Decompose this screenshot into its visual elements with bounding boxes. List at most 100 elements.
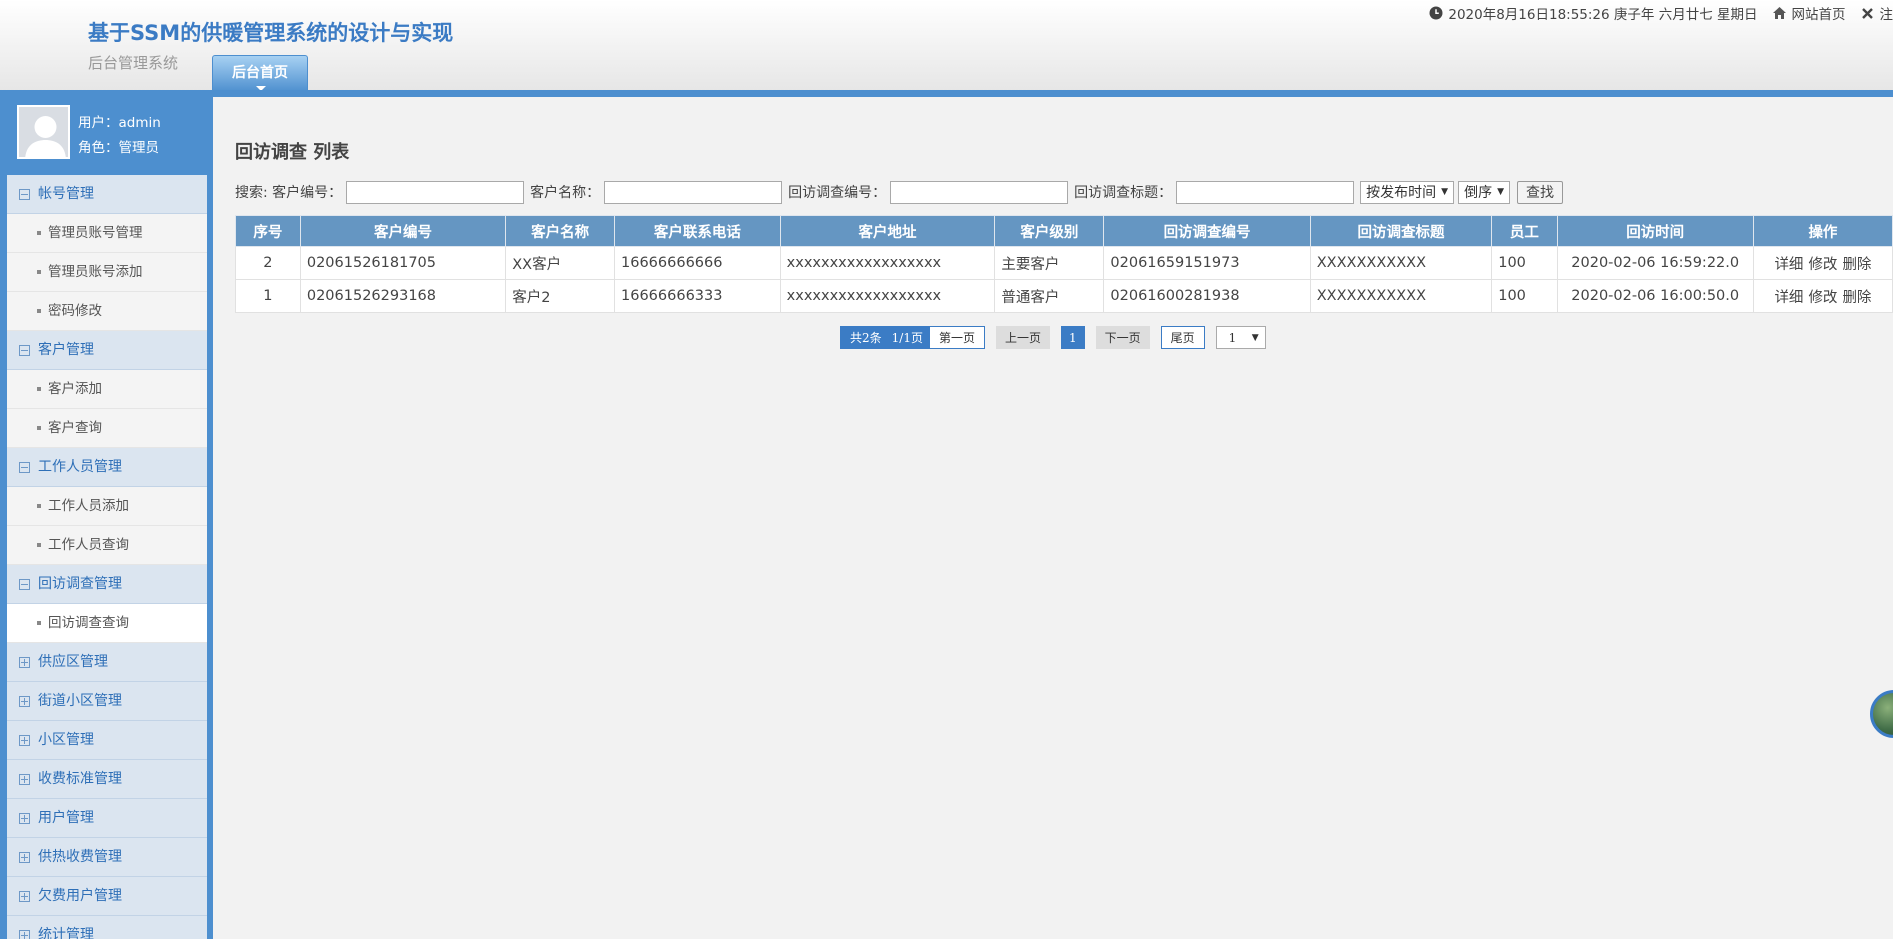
sidebar-group[interactable]: 用户管理 (7, 799, 207, 838)
column-header: 回访调查编号 (1103, 215, 1311, 247)
detail-link[interactable]: 详细 (1774, 257, 1803, 273)
sidebar-item-label: 客户添加 (48, 381, 102, 397)
sidebar-group[interactable]: 街道小区管理 (7, 682, 207, 721)
sidebar-item[interactable]: 工作人员查询 (7, 526, 207, 565)
edit-link[interactable]: 修改 (1808, 290, 1837, 306)
column-header: 客户联系电话 (614, 215, 781, 247)
survey-title-input[interactable] (1176, 180, 1355, 204)
sidebar-group[interactable]: 统计管理 (7, 916, 207, 939)
cell-idx: 2 (235, 246, 301, 280)
clock-icon (1428, 5, 1444, 21)
sidebar-group[interactable]: 收费标准管理 (7, 760, 207, 799)
sort-field-select[interactable]: 按发布时间 ▼ (1360, 180, 1455, 204)
cell-time: 2020-02-06 16:00:50.0 (1556, 279, 1754, 313)
column-header: 客户级别 (994, 215, 1105, 247)
expand-icon (19, 734, 30, 746)
cell-address: xxxxxxxxxxxxxxxxxx (779, 246, 996, 280)
table-body: 2 02061526181705 XX客户 16666666666 xxxxxxxxxx… (235, 246, 1893, 313)
sidebar: 用户：admin 角色：管理员 帐号管理 管理员账号管理 管理员账号添加 密码修改 客户… (0, 97, 213, 939)
datetime-text: 2020年8月16日18:55:26 庚子年 六月廿七 星期日 (1448, 7, 1758, 23)
cell-survey-no: 02061659151973 (1103, 246, 1311, 280)
bullet-icon (37, 231, 41, 235)
table-header-row: 序号 客户编号 客户名称 客户联系电话 客户地址 客户级别 回访调查编号 回访调查标题 员工 回访… (235, 215, 1893, 247)
sort-order-select[interactable]: 倒序 ▼ (1458, 180, 1511, 204)
sidebar-group[interactable]: 回访调查管理 (7, 565, 207, 604)
collapse-icon (19, 578, 30, 590)
survey-no-input[interactable] (890, 180, 1069, 204)
pager-pages: 1/1页 (891, 331, 923, 345)
delete-link[interactable]: 删除 (1842, 290, 1871, 306)
expand-icon (19, 656, 30, 668)
logout-label: 注 (1879, 7, 1893, 23)
page-jump-select[interactable]: 1 ▼ (1215, 326, 1266, 349)
bullet-icon (37, 543, 41, 547)
sidebar-group-label: 回访调查管理 (38, 575, 122, 592)
cell-idx: 1 (235, 279, 301, 313)
sidebar-item[interactable]: 管理员账号管理 (7, 214, 207, 253)
sidebar-item[interactable]: 管理员账号添加 (7, 253, 207, 292)
dropdown-arrow-icon: ▼ (1441, 187, 1449, 197)
table-row: 2 02061526181705 XX客户 16666666666 xxxxxxxxxx… (235, 246, 1893, 280)
cell-customer-no: 02061526181705 (299, 246, 507, 280)
sidebar-group[interactable]: 客户管理 (7, 331, 207, 370)
sidebar-group-label: 小区管理 (38, 731, 94, 748)
home-icon (1772, 5, 1788, 21)
sidebar-item[interactable]: 回访调查查询 (7, 604, 207, 643)
tab-home[interactable]: 后台首页 (212, 55, 308, 92)
cell-level: 主要客户 (994, 246, 1105, 280)
sort-field-value: 按发布时间 (1366, 185, 1437, 201)
first-page-button[interactable]: 第一页 (928, 326, 985, 349)
sidebar-item[interactable]: 工作人员添加 (7, 487, 207, 526)
pager-info: 共2条 1/1页 第一页 (840, 326, 985, 349)
customer-no-input[interactable] (346, 180, 525, 204)
sidebar-group[interactable]: 工作人员管理 (7, 448, 207, 487)
search-customer-no-label: 搜索: 客户编号： (235, 185, 343, 201)
last-page-button[interactable]: 尾页 (1160, 326, 1205, 349)
cell-actions: 详细 修改 删除 (1752, 279, 1893, 313)
cell-level: 普通客户 (994, 279, 1105, 313)
search-bar: 搜索: 客户编号： 客户名称： 回访调查编号： 回访调查标题： 按发布时间 ▼ … (235, 180, 1564, 204)
prev-page-button[interactable]: 上一页 (995, 326, 1050, 349)
sidebar-item[interactable]: 客户添加 (7, 370, 207, 409)
bullet-icon (37, 621, 41, 625)
main-content: 回访调查 列表 搜索: 客户编号： 客户名称： 回访调查编号： 回访调查标题： … (213, 97, 1893, 939)
site-home-link[interactable]: 网站首页 (1772, 3, 1846, 23)
delete-link[interactable]: 删除 (1842, 257, 1871, 273)
sidebar-item-label: 工作人员查询 (48, 537, 129, 553)
sidebar-item-label: 管理员账号添加 (48, 264, 143, 280)
sidebar-group-label: 用户管理 (38, 809, 94, 826)
cell-phone: 16666666666 (614, 246, 781, 280)
sidebar-item[interactable]: 客户查询 (7, 409, 207, 448)
cell-actions: 详细 修改 删除 (1752, 246, 1893, 280)
sidebar-group[interactable]: 供热收费管理 (7, 838, 207, 877)
next-page-button[interactable]: 下一页 (1095, 326, 1150, 349)
sidebar-group-label: 欠费用户管理 (38, 887, 122, 904)
page-jump-value: 1 (1228, 330, 1237, 345)
logout-link[interactable]: 注 (1860, 3, 1893, 23)
page-title: 回访调查 列表 (235, 142, 350, 163)
sidebar-item-label: 客户查询 (48, 420, 102, 436)
system-subtitle: 后台管理系统 (88, 54, 179, 72)
dropdown-arrow-icon: ▼ (1251, 332, 1259, 343)
customer-name-input[interactable] (604, 180, 783, 204)
survey-title-label: 回访调查标题： (1074, 185, 1173, 201)
bullet-icon (37, 504, 41, 508)
current-page[interactable]: 1 (1061, 326, 1085, 349)
cell-customer-name: 客户2 (505, 279, 615, 313)
sidebar-item[interactable]: 密码修改 (7, 292, 207, 331)
detail-link[interactable]: 详细 (1774, 290, 1803, 306)
sidebar-item-label: 管理员账号管理 (48, 225, 143, 241)
bullet-icon (37, 426, 41, 430)
sidebar-group[interactable]: 帐号管理 (7, 175, 207, 214)
close-icon (1860, 5, 1876, 21)
edit-link[interactable]: 修改 (1808, 257, 1837, 273)
sidebar-group[interactable]: 供应区管理 (7, 643, 207, 682)
cell-time: 2020-02-06 16:59:22.0 (1556, 246, 1754, 280)
find-button[interactable]: 查找 (1517, 180, 1564, 204)
cell-address: xxxxxxxxxxxxxxxxxx (779, 279, 996, 313)
user-role: 角色：管理员 (78, 140, 159, 156)
sidebar-group-label: 统计管理 (38, 926, 94, 939)
system-title: 基于SSM的供暖管理系统的设计与实现 (88, 21, 454, 45)
sidebar-group[interactable]: 小区管理 (7, 721, 207, 760)
sidebar-group[interactable]: 欠费用户管理 (7, 877, 207, 916)
